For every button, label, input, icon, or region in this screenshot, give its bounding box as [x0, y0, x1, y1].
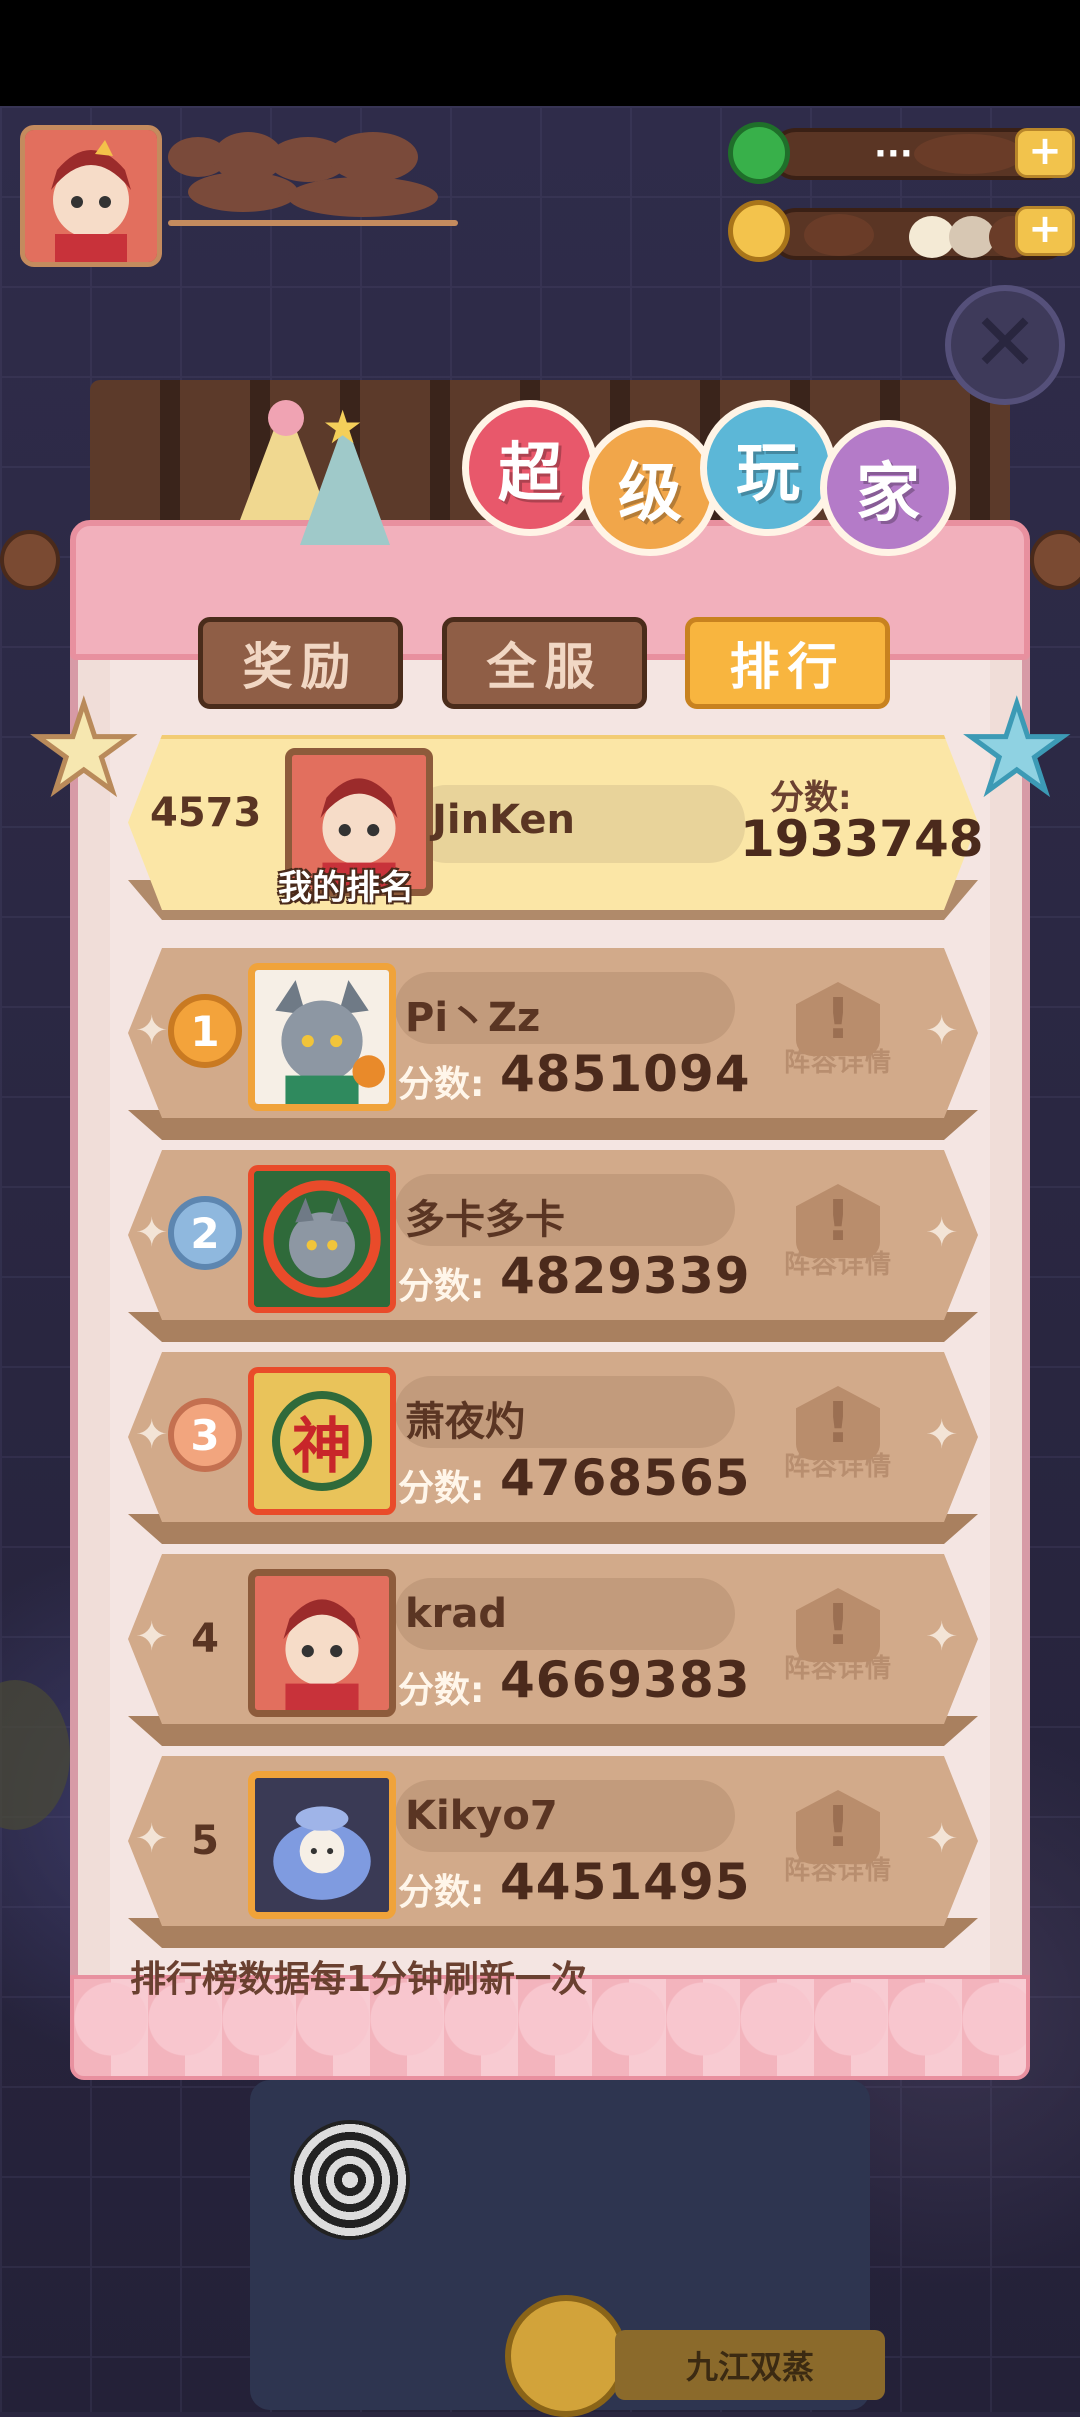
add-coin-button[interactable]: +: [1015, 206, 1075, 256]
refresh-note: 排行榜数据每1分钟刷新一次: [130, 1959, 588, 2000]
title-char-3: 玩: [700, 400, 836, 536]
sparkle-icon: ✦: [135, 1614, 169, 1660]
rank-number: 5: [191, 1818, 219, 1864]
hat-pompom-icon: [268, 400, 304, 436]
my-rank-number: 4573: [150, 790, 262, 836]
alert-icon: !: [796, 1386, 880, 1460]
player-avatar[interactable]: [20, 125, 162, 267]
my-rank-badge: 我的排名: [278, 868, 414, 908]
lineup-detail-button[interactable]: ! 阵容详情: [778, 1386, 898, 1506]
tab-rewards[interactable]: 奖励: [198, 617, 403, 709]
rod-end-right: [1030, 530, 1080, 590]
avatar-rank-1[interactable]: [248, 963, 396, 1111]
player-name: Pi丶Zz: [405, 995, 541, 1041]
sparkle-icon: ✦: [925, 1412, 959, 1458]
add-gem-button[interactable]: +: [1015, 128, 1075, 178]
star-left-icon: ★: [28, 680, 141, 819]
score-value: 4829339: [500, 1247, 751, 1305]
whale-portrait-icon: [255, 1778, 389, 1912]
avatar-rank-4[interactable]: [248, 1569, 396, 1717]
lineup-detail-button[interactable]: ! 阵容详情: [778, 982, 898, 1102]
score-label: 分数:: [398, 1670, 485, 1711]
alert-icon: !: [796, 1790, 880, 1864]
god-seal-icon: 神: [272, 1391, 372, 1491]
sparkle-icon: ✦: [135, 1816, 169, 1862]
sparkle-icon: ✦: [925, 1210, 959, 1256]
sparkle-icon: ✦: [135, 1008, 169, 1054]
sparkle-icon: ✦: [135, 1210, 169, 1256]
title-char-1: 超: [462, 400, 598, 536]
score-label: 分数:: [398, 1872, 485, 1913]
score-value: 4451495: [500, 1853, 751, 1911]
rod-end-left: [0, 530, 60, 590]
green-gem-icon: [728, 122, 790, 184]
avatar-rank-3[interactable]: 神: [248, 1367, 396, 1515]
player-name: 多卡多卡: [405, 1197, 565, 1243]
silver-medal-icon: 2: [168, 1196, 242, 1270]
title-char-2: 级: [582, 420, 718, 556]
wolf-portrait-icon: [255, 970, 389, 1104]
my-score-value: 1933748: [740, 810, 984, 868]
sparkle-icon: ✦: [925, 1614, 959, 1660]
rank-number: 4: [191, 1616, 219, 1662]
score-value: 4669383: [500, 1651, 751, 1709]
dragon-wolf-portrait-icon: [254, 1171, 390, 1307]
gold-coin-icon: [728, 200, 790, 262]
score-value: 4851094: [500, 1045, 751, 1103]
lineup-detail-button[interactable]: ! 阵容详情: [778, 1588, 898, 1708]
sparkle-icon: ✦: [135, 1412, 169, 1458]
my-name: JinKen: [432, 797, 575, 843]
player-portrait-icon: [25, 130, 157, 262]
star-right-icon: ★: [961, 680, 1074, 819]
avatar-rank-2[interactable]: [248, 1165, 396, 1313]
tab-ranking[interactable]: 排行: [685, 617, 890, 709]
coin-stack-icon[interactable]: [505, 2295, 627, 2417]
sparkle-icon: ✦: [925, 1816, 959, 1862]
dartboard-icon: [290, 2120, 410, 2240]
shop-sign[interactable]: 九江双蒸: [615, 2330, 885, 2400]
gold-medal-icon: 1: [168, 994, 242, 1068]
lineup-detail-button[interactable]: ! 阵容详情: [778, 1790, 898, 1910]
player-name: krad: [405, 1591, 507, 1637]
sparkle-icon: ✦: [925, 1008, 959, 1054]
player-name: Kikyo7: [405, 1793, 558, 1839]
score-value: 4768565: [500, 1449, 751, 1507]
alert-icon: !: [796, 1588, 880, 1662]
lineup-detail-button[interactable]: ! 阵容详情: [778, 1184, 898, 1304]
score-label: 分数:: [398, 1468, 485, 1509]
close-icon[interactable]: ✕: [945, 285, 1065, 405]
title-char-4: 家: [820, 420, 956, 556]
tab-server[interactable]: 全服: [442, 617, 647, 709]
hero-portrait-icon: [255, 1576, 389, 1710]
score-label: 分数:: [398, 1064, 485, 1105]
player-name-redacted: [168, 132, 458, 226]
status-bar: [0, 0, 1080, 106]
bronze-medal-icon: 3: [168, 1398, 242, 1472]
player-name: 萧夜灼: [405, 1399, 525, 1445]
alert-icon: !: [796, 982, 880, 1056]
score-label: 分数:: [398, 1266, 485, 1307]
star-icon: ★: [322, 400, 364, 454]
alert-icon: !: [796, 1184, 880, 1258]
avatar-rank-5[interactable]: [248, 1771, 396, 1919]
